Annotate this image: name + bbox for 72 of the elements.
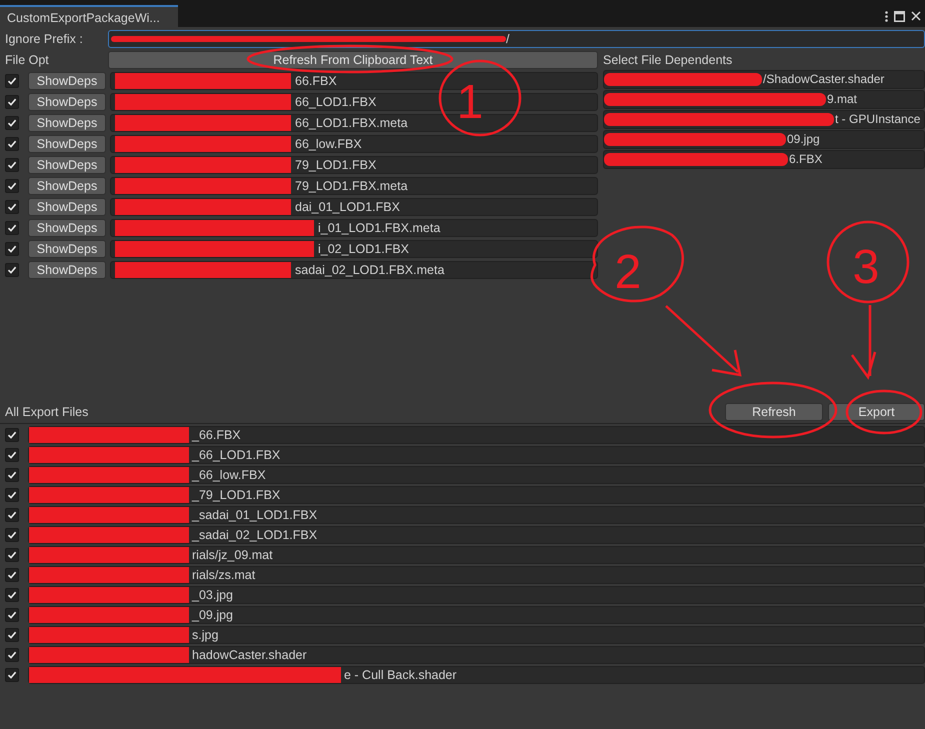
- export-file-field[interactable]: _sadai_02_LOD1.FBX: [28, 526, 925, 544]
- dependent-file-item[interactable]: 09.jpg: [603, 130, 925, 149]
- export-file-field[interactable]: e - Cull Back.shader: [28, 666, 925, 684]
- checkbox[interactable]: [5, 548, 19, 562]
- show-deps-button[interactable]: ShowDeps: [28, 114, 106, 132]
- file-path-field[interactable]: 79_LOD1.FBX.meta: [110, 176, 598, 194]
- export-file-field[interactable]: _09.jpg: [28, 606, 925, 624]
- export-file-field[interactable]: _sadai_01_LOD1.FBX: [28, 506, 925, 524]
- section-title: All Export Files: [4, 404, 90, 418]
- export-file-field[interactable]: hadowCaster.shader: [28, 646, 925, 664]
- dependent-file-item[interactable]: 9.mat: [603, 90, 925, 109]
- refresh-from-clipboard-button[interactable]: Refresh From Clipboard Text: [108, 50, 598, 68]
- refresh-button[interactable]: Refresh: [725, 402, 823, 420]
- checkbox[interactable]: [5, 508, 19, 522]
- checkbox[interactable]: [5, 242, 19, 256]
- checkbox[interactable]: [5, 94, 19, 108]
- annotation-number: 2: [614, 246, 642, 299]
- show-deps-button[interactable]: ShowDeps: [28, 176, 106, 194]
- show-deps-button[interactable]: ShowDeps: [28, 156, 106, 174]
- checkbox[interactable]: [5, 588, 19, 602]
- dependent-file-item[interactable]: /ShadowCaster.shader: [603, 70, 925, 89]
- dependent-file-item[interactable]: 6.FBX: [603, 150, 925, 169]
- file-path-field[interactable]: i_02_LOD1.FBX: [110, 240, 598, 258]
- show-deps-button[interactable]: ShowDeps: [28, 92, 106, 110]
- annotation-number: 3: [852, 241, 880, 294]
- checkbox[interactable]: [5, 178, 19, 192]
- close-icon[interactable]: [911, 11, 921, 21]
- field-label: Ignore Prefix :: [4, 32, 84, 46]
- checkbox[interactable]: [5, 116, 19, 130]
- checkbox[interactable]: [5, 200, 19, 214]
- export-file-field[interactable]: rials/zs.mat: [28, 566, 925, 584]
- section-title: Select File Dependents: [603, 52, 732, 66]
- more-options-icon[interactable]: [885, 10, 888, 22]
- export-file-field[interactable]: rials/jz_09.mat: [28, 546, 925, 564]
- file-path-field[interactable]: dai_01_LOD1.FBX: [110, 198, 598, 216]
- ignore-prefix-field[interactable]: /: [108, 30, 925, 48]
- checkbox[interactable]: [5, 488, 19, 502]
- show-deps-button[interactable]: ShowDeps: [28, 260, 106, 278]
- checkbox[interactable]: [5, 136, 19, 150]
- checkbox[interactable]: [5, 608, 19, 622]
- checkbox[interactable]: [5, 74, 19, 88]
- dependent-file-item[interactable]: t - GPUInstance: [603, 110, 925, 129]
- checkbox[interactable]: [5, 668, 19, 682]
- checkbox[interactable]: [5, 262, 19, 276]
- file-path-field[interactable]: 79_LOD1.FBX: [110, 156, 598, 174]
- maximize-icon[interactable]: [894, 10, 905, 22]
- export-file-field[interactable]: _79_LOD1.FBX: [28, 486, 925, 504]
- window-tab[interactable]: CustomExportPackageWi...: [0, 5, 178, 27]
- file-path-field[interactable]: 66_low.FBX: [110, 134, 598, 152]
- checkbox[interactable]: [5, 628, 19, 642]
- show-deps-button[interactable]: ShowDeps: [28, 134, 106, 152]
- file-path-field[interactable]: i_01_LOD1.FBX.meta: [110, 218, 598, 236]
- checkbox[interactable]: [5, 568, 19, 582]
- checkbox[interactable]: [5, 220, 19, 234]
- checkbox[interactable]: [5, 528, 19, 542]
- file-path-field[interactable]: sadai_02_LOD1.FBX.meta: [110, 260, 598, 278]
- checkbox[interactable]: [5, 448, 19, 462]
- show-deps-button[interactable]: ShowDeps: [28, 240, 106, 258]
- export-file-field[interactable]: _66_low.FBX: [28, 466, 925, 484]
- export-button[interactable]: Export: [828, 402, 925, 420]
- checkbox[interactable]: [5, 648, 19, 662]
- export-file-field[interactable]: _66_LOD1.FBX: [28, 446, 925, 464]
- checkbox[interactable]: [5, 158, 19, 172]
- export-file-field[interactable]: _03.jpg: [28, 586, 925, 604]
- show-deps-button[interactable]: ShowDeps: [28, 72, 106, 90]
- show-deps-button[interactable]: ShowDeps: [28, 198, 106, 216]
- export-file-field[interactable]: s.jpg: [28, 626, 925, 644]
- export-file-field[interactable]: _66.FBX: [28, 426, 925, 444]
- show-deps-button[interactable]: ShowDeps: [28, 218, 106, 236]
- section-label: File Opt: [4, 52, 50, 66]
- checkbox[interactable]: [5, 468, 19, 482]
- checkbox[interactable]: [5, 428, 19, 442]
